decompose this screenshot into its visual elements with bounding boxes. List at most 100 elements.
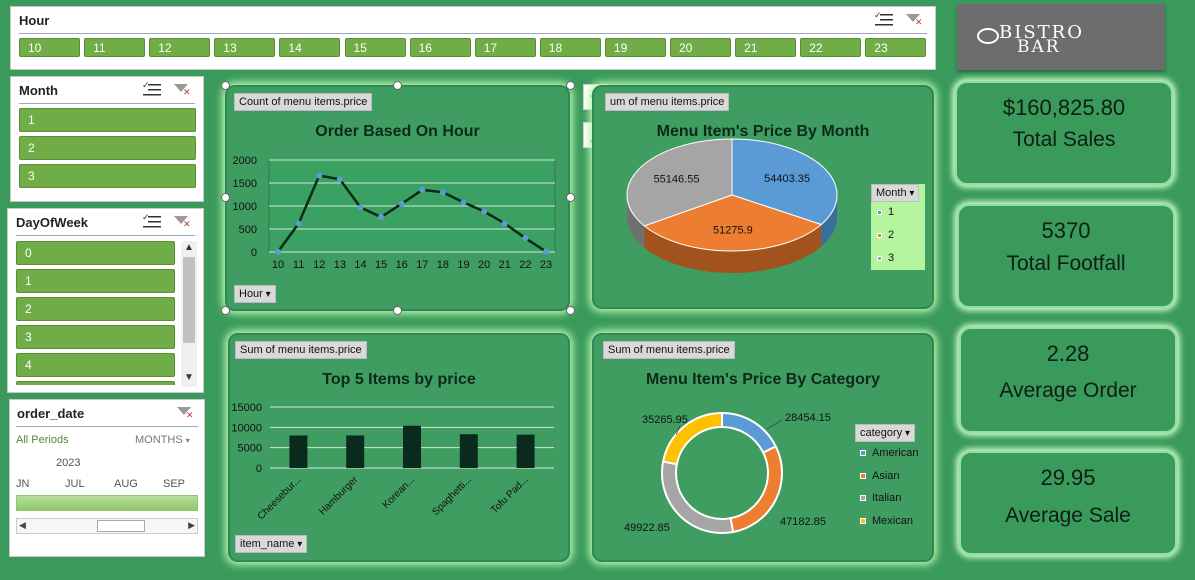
total-footfall-label: Total Footfall xyxy=(1006,252,1126,275)
scroll-right-icon[interactable]: ▶ xyxy=(188,520,195,531)
timeline-scroll-thumb[interactable] xyxy=(97,520,145,532)
dayofweek-button-2[interactable]: 2 xyxy=(16,297,175,321)
top5-items-card[interactable]: Sum of menu items.price Top 5 Items by p… xyxy=(228,333,570,562)
bar-4 xyxy=(516,434,535,468)
y-tick-label: 2000 xyxy=(233,155,257,167)
bar-1 xyxy=(346,435,365,468)
month-legend-item: 2 xyxy=(877,229,894,241)
timeline-month-jul[interactable]: JUL xyxy=(65,478,85,490)
price-by-month-card[interactable]: um of menu items.price Menu Item's Price… xyxy=(592,85,934,309)
month-button-1[interactable]: 1 xyxy=(19,108,196,132)
timeline-month-jn[interactable]: JN xyxy=(16,478,29,490)
hour-button-22[interactable]: 22 xyxy=(800,38,862,57)
clear-filter-icon[interactable] xyxy=(176,406,194,421)
timeline-bar[interactable] xyxy=(16,495,198,511)
average-order-value: 2.28 xyxy=(1046,341,1090,366)
resize-handle[interactable] xyxy=(221,193,230,202)
legend-swatch xyxy=(877,255,882,261)
hour-button-10[interactable]: 10 xyxy=(19,38,80,57)
resize-handle[interactable] xyxy=(393,306,402,315)
logo-mark-icon xyxy=(977,28,999,44)
timeline-month-aug[interactable]: AUG xyxy=(114,478,138,490)
pie-data-label: 51275.9 xyxy=(713,225,753,237)
legend-label: American xyxy=(872,447,919,459)
chevron-down-icon: ▾ xyxy=(185,436,190,445)
dayofweek-button-partial[interactable] xyxy=(16,381,175,385)
month-button-2[interactable]: 2 xyxy=(19,136,196,160)
x-tick-label: Tofu Pad... xyxy=(489,474,531,516)
scroll-thumb[interactable] xyxy=(183,257,195,343)
price-by-category-card[interactable]: Sum of menu items.price Menu Item's Pric… xyxy=(592,333,934,562)
dayofweek-button-3[interactable]: 3 xyxy=(16,325,175,349)
resize-handle[interactable] xyxy=(221,81,230,90)
hour-button-17[interactable]: 17 xyxy=(474,38,536,57)
hour-button-19[interactable]: 19 xyxy=(604,38,666,57)
multi-select-icon[interactable] xyxy=(142,80,161,97)
legend-swatch xyxy=(860,472,866,479)
data-point xyxy=(460,199,467,206)
average-sale-label: Average Sale xyxy=(1005,504,1131,527)
scroll-left-icon[interactable]: ◀ xyxy=(19,520,26,531)
dow-scrollbar[interactable]: ▲ ▼ xyxy=(181,241,197,387)
month-button-3[interactable]: 3 xyxy=(19,164,196,188)
category-legend-item: Asian xyxy=(860,470,900,482)
resize-handle[interactable] xyxy=(566,306,575,315)
timeline-scrollbar[interactable]: ◀ ▶ xyxy=(16,518,198,534)
item-name-field-button[interactable]: item_name xyxy=(235,535,308,553)
donut-data-label: 49922.85 xyxy=(624,522,670,534)
hour-button-20[interactable]: 20 xyxy=(670,38,731,57)
hour-button-23[interactable]: 23 xyxy=(865,38,927,57)
hour-button-16[interactable]: 16 xyxy=(409,38,471,57)
x-tick-label: 12 xyxy=(313,259,325,271)
resize-handle[interactable] xyxy=(393,81,402,90)
x-tick-label: 14 xyxy=(354,259,366,271)
total-footfall-value: 5370 xyxy=(1041,218,1091,243)
pie-data-label: 55146.55 xyxy=(654,174,700,186)
dayofweek-button-1[interactable]: 1 xyxy=(16,269,175,293)
timeline-unit-dropdown[interactable]: MONTHS ▾ xyxy=(135,434,190,446)
y-tick-label: 0 xyxy=(251,247,257,259)
hour-button-21[interactable]: 21 xyxy=(735,38,797,57)
clear-filter-icon[interactable] xyxy=(905,13,923,28)
hour-button-11[interactable]: 11 xyxy=(84,38,146,57)
dayofweek-button-4[interactable]: 4 xyxy=(16,353,175,377)
data-point xyxy=(275,248,281,255)
data-point xyxy=(543,248,549,255)
multi-select-icon[interactable] xyxy=(874,10,893,27)
leader-line xyxy=(766,419,783,430)
timeline-month-sep[interactable]: SEP xyxy=(163,478,185,490)
category-legend-item: Mexican xyxy=(860,515,913,527)
hour-button-14[interactable]: 14 xyxy=(279,38,341,57)
x-tick-label: 17 xyxy=(416,259,428,271)
donut-slice-american xyxy=(721,411,778,454)
scroll-down-icon[interactable]: ▼ xyxy=(184,372,194,383)
clear-filter-icon[interactable] xyxy=(173,83,191,98)
order-by-hour-card[interactable]: Count of menu items.price Order Based On… xyxy=(225,85,570,311)
x-tick-label: Spaghetti... xyxy=(430,474,474,518)
average-sale-card: 29.95 Average Sale xyxy=(959,451,1177,555)
month-legend-button[interactable]: Month xyxy=(871,184,920,202)
hour-slicer-title: Hour xyxy=(19,13,50,28)
hour-button-13[interactable]: 13 xyxy=(214,38,276,57)
hour-button-12[interactable]: 12 xyxy=(149,38,211,57)
scroll-up-icon[interactable]: ▲ xyxy=(184,242,194,253)
hour-button-15[interactable]: 15 xyxy=(344,38,406,57)
y-tick-label: 0 xyxy=(256,463,262,475)
category-legend-item: Italian xyxy=(860,492,901,504)
resize-handle[interactable] xyxy=(566,193,575,202)
month-slicer-title: Month xyxy=(19,83,58,98)
resize-handle[interactable] xyxy=(566,81,575,90)
resize-handle[interactable] xyxy=(221,306,230,315)
data-point xyxy=(419,186,426,193)
hour-button-18[interactable]: 18 xyxy=(539,38,601,57)
data-point xyxy=(336,176,343,183)
hour-field-button[interactable]: Hour xyxy=(234,285,276,303)
dayofweek-button-0[interactable]: 0 xyxy=(16,241,175,265)
x-tick-label: Cheesebur... xyxy=(256,474,304,522)
all-periods-label: All Periods xyxy=(16,434,69,446)
data-point xyxy=(439,189,446,196)
x-tick-label: 23 xyxy=(540,259,552,271)
category-legend-button[interactable]: category xyxy=(855,424,916,442)
x-tick-label: 16 xyxy=(396,259,408,271)
x-tick-label: Korean... xyxy=(381,474,417,510)
